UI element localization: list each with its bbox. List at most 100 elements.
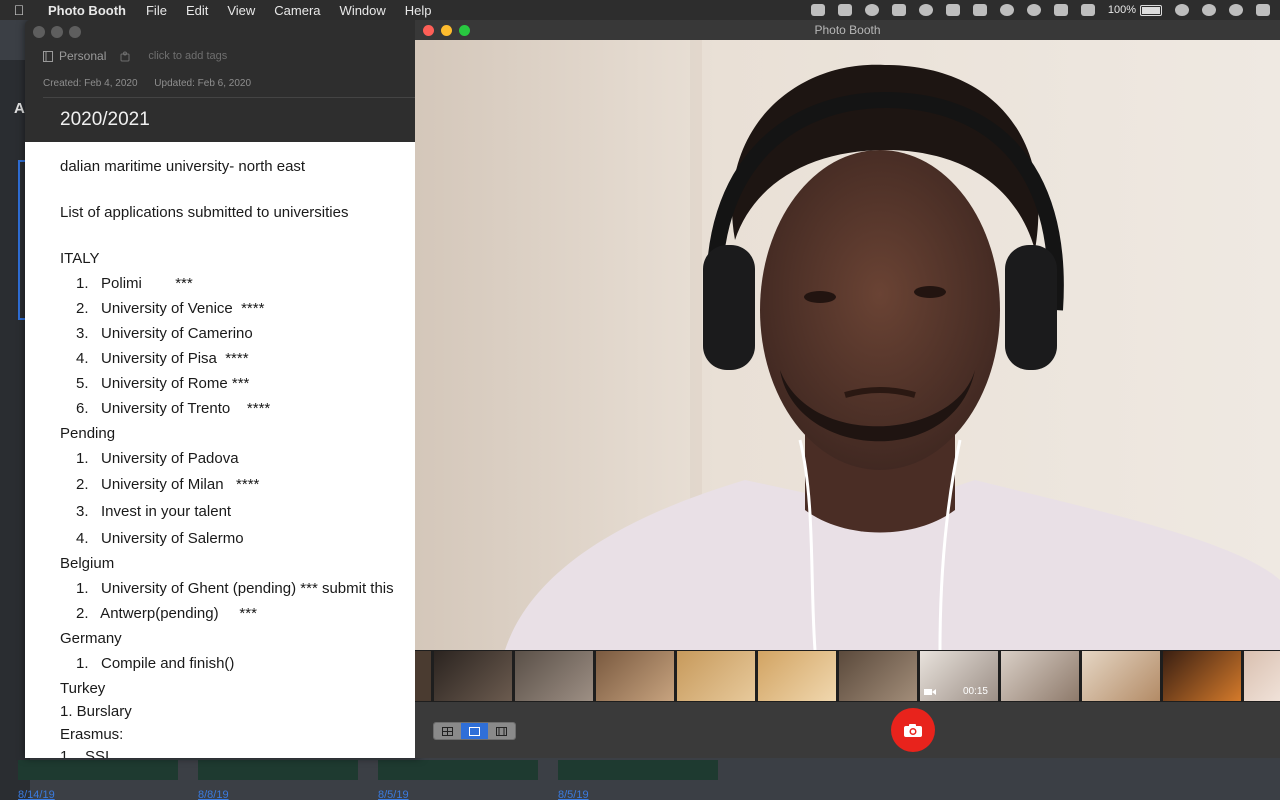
battery-status[interactable]: 100% (1108, 4, 1162, 16)
note-title[interactable]: 2020/2021 (60, 109, 150, 131)
note-line: 3. University of Camerino (76, 325, 253, 342)
camera-feed-image (415, 40, 1280, 650)
photo-thumbnail[interactable] (434, 651, 512, 701)
photo-thumbnail[interactable] (1163, 651, 1241, 701)
note-line: 5. University of Rome *** (76, 375, 250, 392)
background-date[interactable]: 8/5/19 (558, 789, 589, 800)
photo-thumbnail[interactable] (839, 651, 917, 701)
menu-camera[interactable]: Camera (274, 3, 320, 18)
volume-icon[interactable] (1053, 4, 1068, 16)
note-line: 4. University of Salermo (76, 530, 244, 547)
note-line: 1. University of Ghent (pending) *** sub… (76, 580, 394, 597)
photo-booth-window: Photo Booth 00:15 (415, 20, 1280, 758)
note-line: 2. University of Milan **** (76, 476, 260, 493)
display-icon[interactable] (945, 4, 960, 16)
lock-status-icon[interactable] (891, 4, 906, 16)
shield-icon[interactable] (837, 4, 852, 16)
background-thumbnail[interactable] (198, 760, 358, 780)
photo-thumbnail[interactable] (758, 651, 836, 701)
wifi-icon[interactable] (1026, 4, 1041, 16)
camera-preview (415, 40, 1280, 650)
keyboard-icon[interactable] (1080, 4, 1095, 16)
battery-percent: 100% (1107, 4, 1136, 16)
spotlight-search-icon[interactable] (1229, 4, 1243, 16)
photo-strip: 00:15 (415, 650, 1280, 702)
note-dates: Created: Feb 4, 2020 Updated: Feb 6, 202… (43, 78, 251, 89)
updated-date: Updated: Feb 6, 2020 (154, 78, 252, 89)
photo-thumbnail[interactable] (677, 651, 755, 701)
note-line: 6. University of Trento **** (76, 400, 271, 417)
background-date[interactable]: 8/8/19 (198, 789, 229, 800)
note-line: Germany (60, 630, 122, 647)
note-body[interactable]: dalian maritime university- north east L… (25, 142, 420, 758)
video-mode-button[interactable] (488, 723, 515, 739)
background-date[interactable]: 8/14/19 (18, 789, 55, 800)
video-thumbnail[interactable]: 00:15 (920, 651, 998, 701)
window-title: Photo Booth (814, 23, 881, 37)
background-date[interactable]: 8/5/19 (378, 789, 409, 800)
user-icon[interactable] (1202, 4, 1216, 16)
note-line: 1. SSI (60, 748, 110, 758)
note-line: ITALY (60, 250, 100, 267)
menu-bar:  Photo Booth File Edit View Camera Wind… (0, 0, 1280, 20)
minimize-button[interactable] (51, 26, 63, 38)
film-strip-icon (496, 726, 507, 736)
background-thumbnail[interactable] (18, 760, 178, 780)
menu-view[interactable]: View (227, 3, 255, 18)
time-machine-icon[interactable] (1175, 4, 1189, 16)
ghost-icon[interactable] (918, 4, 933, 16)
note-line: Erasmus: (60, 726, 124, 743)
cloud-icon[interactable] (864, 4, 879, 16)
bluetooth-icon[interactable] (999, 4, 1014, 16)
photo-thumbnail[interactable] (596, 651, 674, 701)
menu-app-name[interactable]: Photo Booth (48, 3, 126, 18)
background-thumbnail[interactable] (558, 760, 718, 780)
close-button[interactable] (423, 25, 434, 36)
close-button[interactable] (33, 26, 45, 38)
note-line: 1. Burslary (60, 703, 132, 720)
grid-icon (442, 726, 453, 736)
photo-thumbnail[interactable] (1082, 651, 1160, 701)
menu-edit[interactable]: Edit (186, 3, 208, 18)
apple-menu-icon[interactable]:  (0, 2, 38, 18)
photo-thumbnail[interactable] (515, 651, 593, 701)
photo-thumbnail[interactable] (1244, 651, 1280, 701)
note-line: 3. Invest in your talent (76, 503, 232, 520)
photo-thumbnail[interactable] (415, 651, 431, 701)
note-line: 4. University of Pisa **** (76, 350, 249, 367)
note-line: Pending (60, 425, 116, 442)
meta-divider (43, 97, 420, 98)
note-line: 2. University of Venice **** (76, 300, 265, 317)
mode-selector (433, 722, 516, 740)
note-window: Personal click to add tags Created: Feb … (25, 20, 420, 758)
menu-help[interactable]: Help (405, 3, 432, 18)
status-area: 100% (810, 0, 1270, 20)
battery-icon (1140, 4, 1162, 16)
tags-field[interactable]: click to add tags (148, 50, 227, 62)
notebook-name[interactable]: Personal (59, 49, 106, 63)
notebook-icon (43, 50, 53, 62)
menu-file[interactable]: File (146, 3, 167, 18)
note-line: dalian maritime university- north east (60, 158, 306, 175)
menu-window[interactable]: Window (340, 3, 386, 18)
note-line: 1. University of Padova (76, 450, 239, 467)
photo-booth-titlebar: Photo Booth (415, 20, 1280, 40)
single-frame-icon (469, 726, 480, 736)
photo-thumbnail[interactable] (1001, 651, 1079, 701)
evernote-status-icon[interactable] (810, 4, 825, 16)
four-photo-mode-button[interactable] (434, 723, 461, 739)
single-photo-mode-button[interactable] (461, 723, 488, 739)
note-meta-row: Personal click to add tags (43, 49, 227, 63)
note-line: 1. Compile and finish() (76, 655, 235, 672)
zoom-button[interactable] (459, 25, 470, 36)
note-line: List of applications submitted to univer… (60, 204, 349, 221)
take-photo-button[interactable] (891, 708, 935, 752)
background-thumbnail[interactable] (378, 760, 538, 780)
stack-icon[interactable] (972, 4, 987, 16)
camera-icon (904, 723, 922, 737)
minimize-button[interactable] (441, 25, 452, 36)
notification-center-icon[interactable] (1256, 4, 1270, 16)
zoom-button[interactable] (69, 26, 81, 38)
note-line: 1. Polimi *** (76, 275, 193, 292)
tag-icon (120, 51, 130, 61)
